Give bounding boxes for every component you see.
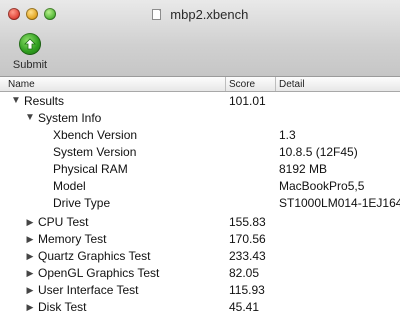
submit-arrow-icon <box>19 33 41 55</box>
row-name: Xbench Version <box>53 128 138 142</box>
window-toolbar: mbp2.xbench Submit <box>0 0 400 77</box>
table-row[interactable]: ▶ Quartz Graphics Test 233.43 <box>0 247 400 265</box>
table-row[interactable]: Drive Type ST1000LM014-1EJ164 <box>0 194 400 212</box>
row-detail: MacBookPro5,5 <box>279 179 365 193</box>
table-row[interactable]: System Version 10.8.5 (12F45) <box>0 143 400 161</box>
table-row[interactable]: ▼ Results 101.01 <box>0 92 400 110</box>
row-name: System Version <box>53 145 137 159</box>
row-name: Results <box>24 94 65 108</box>
disclosure-triangle-right-icon[interactable]: ▶ <box>24 230 36 248</box>
row-name: Memory Test <box>38 232 107 246</box>
table-header: Name Score Detail <box>0 77 400 92</box>
table-row[interactable]: ▼ System Info <box>0 109 400 127</box>
row-name: System Info <box>38 111 102 125</box>
row-score: 170.56 <box>229 232 266 246</box>
row-detail: ST1000LM014-1EJ164 <box>279 196 400 210</box>
row-score: 45.41 <box>229 300 260 314</box>
row-name: Physical RAM <box>53 162 128 176</box>
row-score: 82.05 <box>229 266 260 280</box>
row-name: User Interface Test <box>38 283 139 297</box>
table-row[interactable]: Model MacBookPro5,5 <box>0 177 400 195</box>
column-header-name[interactable]: Name <box>8 78 35 91</box>
table-row[interactable]: ▶ CPU Test 155.83 <box>0 213 400 231</box>
window-title: mbp2.xbench <box>0 7 400 22</box>
row-detail: 8192 MB <box>279 162 328 176</box>
disclosure-triangle-right-icon[interactable]: ▶ <box>24 298 36 316</box>
window-title-text: mbp2.xbench <box>170 7 249 22</box>
row-score: 233.43 <box>229 249 266 263</box>
row-name: Disk Test <box>38 300 87 314</box>
disclosure-triangle-down-icon[interactable]: ▼ <box>10 92 22 110</box>
table-row[interactable]: ▶ Disk Test 45.41 <box>0 298 400 316</box>
row-detail: 10.8.5 (12F45) <box>279 145 358 159</box>
document-icon <box>151 9 161 20</box>
disclosure-triangle-right-icon[interactable]: ▶ <box>24 281 36 299</box>
row-name: Model <box>53 179 86 193</box>
row-score: 115.93 <box>229 283 265 297</box>
row-score: 101.01 <box>229 94 266 108</box>
table-row[interactable]: ▶ User Interface Test 115.93 <box>0 281 400 299</box>
column-header-detail[interactable]: Detail <box>279 78 305 91</box>
table-row[interactable]: Xbench Version 1.3 <box>0 126 400 144</box>
xbench-window: mbp2.xbench Submit Name Score Detail ▼ R… <box>0 0 400 327</box>
row-name: Drive Type <box>53 196 111 210</box>
disclosure-triangle-right-icon[interactable]: ▶ <box>24 264 36 282</box>
row-detail: 1.3 <box>279 128 296 142</box>
disclosure-triangle-down-icon[interactable]: ▼ <box>24 109 36 127</box>
column-separator <box>225 77 226 91</box>
column-header-score[interactable]: Score <box>229 78 255 91</box>
row-name: OpenGL Graphics Test <box>38 266 160 280</box>
column-separator <box>275 77 276 91</box>
disclosure-triangle-right-icon[interactable]: ▶ <box>24 247 36 265</box>
submit-label: Submit <box>12 59 48 71</box>
row-name: CPU Test <box>38 215 89 229</box>
disclosure-triangle-right-icon[interactable]: ▶ <box>24 213 36 231</box>
table-row[interactable]: ▶ OpenGL Graphics Test 82.05 <box>0 264 400 282</box>
row-name: Quartz Graphics Test <box>38 249 151 263</box>
table-row[interactable]: Physical RAM 8192 MB <box>0 160 400 178</box>
table-row[interactable]: ▶ Memory Test 170.56 <box>0 230 400 248</box>
results-table: Name Score Detail ▼ Results 101.01 ▼ Sys… <box>0 77 400 327</box>
submit-button[interactable]: Submit <box>9 33 51 71</box>
row-score: 155.83 <box>229 215 266 229</box>
